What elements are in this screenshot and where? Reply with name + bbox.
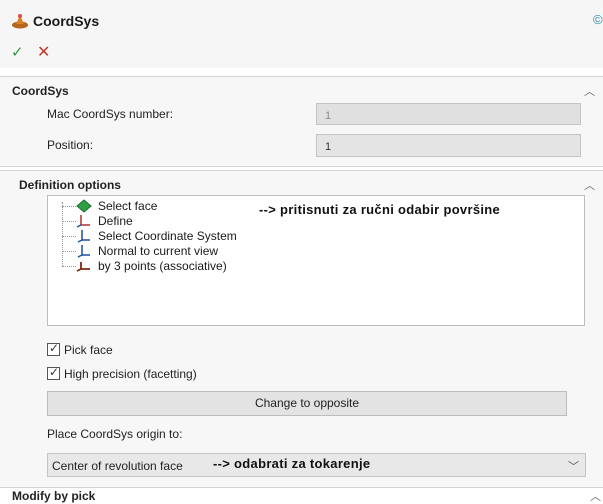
list-item-select-coordinate-system[interactable]: Select Coordinate System bbox=[77, 229, 237, 244]
chevron-up-icon[interactable]: ︿ bbox=[584, 83, 595, 99]
checkmark-icon: ✓ bbox=[49, 341, 60, 355]
high-precision-label: High precision (facetting) bbox=[64, 367, 197, 381]
tree-connector bbox=[62, 202, 63, 266]
chevron-up-icon[interactable]: ︿ bbox=[584, 177, 595, 193]
list-item-normal-to-current-view[interactable]: Normal to current view bbox=[77, 244, 219, 259]
pick-face-checkbox[interactable]: ✓ bbox=[47, 341, 60, 356]
origin-label: Place CoordSys origin to: bbox=[47, 427, 183, 441]
chevron-down-icon: ﹀ bbox=[568, 461, 579, 473]
list-item-label: Select Coordinate System bbox=[98, 229, 237, 243]
modify-by-pick-title: Modify by pick bbox=[12, 489, 96, 503]
list-item-label: Select face bbox=[98, 199, 158, 213]
normal-view-icon bbox=[77, 245, 90, 258]
pick-face-label: Pick face bbox=[64, 343, 113, 357]
cancel-button[interactable]: ✕ bbox=[37, 42, 50, 62]
mac-coordsys-label: Mac CoordSys number: bbox=[47, 107, 174, 121]
list-item-select-face[interactable]: Select face bbox=[76, 199, 158, 214]
list-item-by-3-points[interactable]: by 3 points (associative) bbox=[76, 259, 227, 274]
origin-annotation: --> odabrati za tokarenje bbox=[213, 456, 371, 471]
property-manager-header: CoordSys © ✓ ✕ bbox=[0, 0, 603, 68]
tree-connector bbox=[62, 221, 76, 222]
mac-coordsys-field[interactable]: 1 bbox=[316, 103, 581, 125]
checkmark-icon: ✓ bbox=[49, 365, 60, 379]
definition-options-title: Definition options bbox=[19, 178, 121, 192]
list-item-label: Define bbox=[98, 214, 133, 228]
list-item-define[interactable]: Define bbox=[76, 214, 133, 229]
list-item-label: by 3 points (associative) bbox=[98, 259, 227, 273]
coordsys-feature-icon bbox=[12, 14, 28, 29]
three-points-icon bbox=[76, 262, 90, 272]
coordsys-select-icon bbox=[77, 230, 90, 243]
axes-define-icon bbox=[76, 215, 90, 228]
origin-select-value: Center of revolution face bbox=[52, 459, 183, 473]
change-to-opposite-button[interactable]: Change to opposite bbox=[47, 391, 567, 416]
tree-connector bbox=[62, 206, 76, 207]
ok-button[interactable]: ✓ bbox=[11, 43, 24, 61]
page-title: CoordSys bbox=[33, 13, 100, 29]
select-face-annotation: --> pritisnuti za ručni odabir površine bbox=[259, 202, 501, 217]
definition-options-panel: Definition options ︿ Select face Define … bbox=[0, 170, 603, 488]
high-precision-checkbox[interactable]: ✓ bbox=[47, 365, 60, 380]
position-field[interactable]: 1 bbox=[316, 134, 581, 157]
list-item-label: Normal to current view bbox=[98, 244, 219, 258]
chevron-up-icon[interactable]: ︿ bbox=[590, 488, 601, 504]
position-label: Position: bbox=[47, 138, 94, 152]
coordsys-panel-title: CoordSys bbox=[12, 84, 69, 98]
tree-connector bbox=[62, 236, 76, 237]
coordsys-panel: CoordSys ︿ Mac CoordSys number: 1 Positi… bbox=[0, 76, 603, 167]
help-icon[interactable]: © bbox=[593, 12, 603, 27]
tree-connector bbox=[62, 251, 76, 252]
tree-connector bbox=[62, 266, 76, 267]
diamond-face-icon bbox=[76, 199, 92, 213]
